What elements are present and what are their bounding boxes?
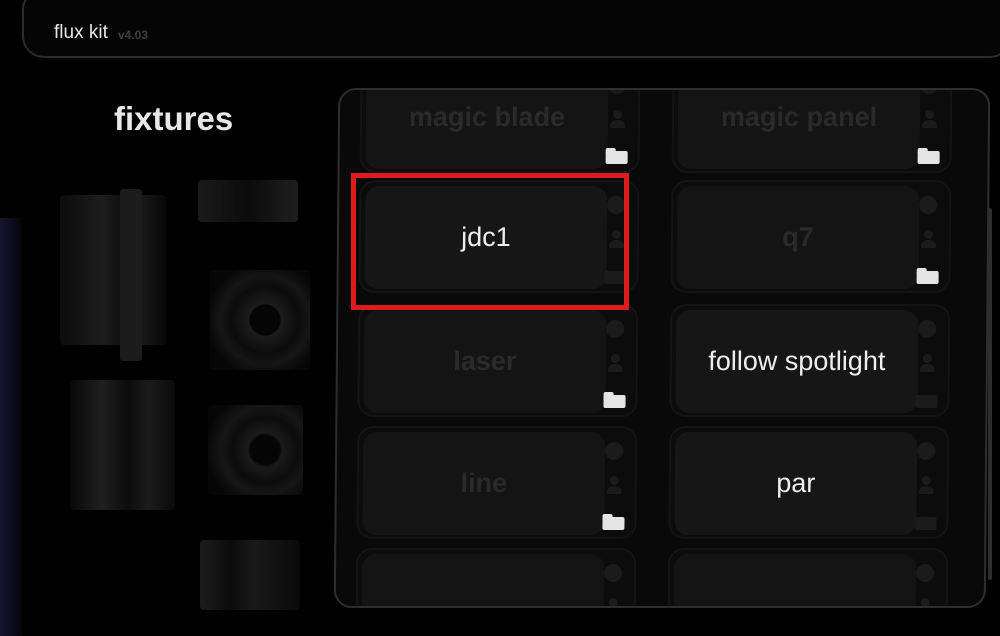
clock-icon[interactable] (603, 564, 623, 582)
fixture-actions (915, 320, 940, 410)
clock-icon[interactable] (915, 564, 935, 582)
fixture-thumbnail[interactable] (70, 380, 175, 510)
fixture-cell: line (356, 426, 638, 539)
fixture-label: magic panel (720, 102, 878, 132)
fixture-actions (913, 564, 938, 608)
fixture-label: line (460, 468, 508, 498)
fixture-actions (917, 196, 942, 286)
left-edge-glow (0, 218, 22, 636)
fixture-tile-button[interactable]: follow spotlight (675, 310, 919, 413)
clock-icon[interactable] (917, 442, 936, 460)
fixture-cell: magic panel (671, 88, 953, 173)
app-name: flux kit (54, 22, 108, 43)
fixture-tile-button[interactable] (361, 554, 605, 608)
fixture-label: q7 (782, 222, 814, 252)
folder-icon[interactable] (915, 392, 937, 408)
scrollbar[interactable] (988, 208, 992, 580)
fixture-list-panel: magic blade magic panel jdc1 q7 laser follow … (333, 88, 991, 608)
fixture-thumbnail[interactable] (200, 540, 300, 610)
fixture-thumbnail[interactable] (208, 405, 303, 495)
fixture-actions (918, 88, 943, 166)
user-icon[interactable] (916, 598, 934, 608)
user-icon[interactable] (604, 598, 622, 608)
fixture-actions (914, 442, 939, 532)
fixture-thumbnail[interactable] (210, 270, 310, 370)
fixture-grid: magic blade magic panel jdc1 q7 laser follow … (336, 88, 989, 608)
clock-icon[interactable] (918, 320, 937, 338)
fixture-cell (667, 548, 949, 608)
user-icon[interactable] (918, 354, 936, 372)
clock-icon[interactable] (605, 442, 624, 460)
fixture-tile-button[interactable]: line (362, 432, 606, 535)
user-icon[interactable] (605, 476, 623, 494)
fixture-actions (603, 320, 628, 410)
fixture-label: par (776, 468, 816, 498)
folder-icon[interactable] (603, 392, 625, 408)
fixture-tile-button[interactable]: laser (363, 310, 607, 413)
fixture-actions (606, 88, 631, 166)
fixture-tile-button[interactable]: q7 (676, 186, 920, 289)
fixture-tile-button[interactable]: magic panel (677, 88, 921, 169)
fixture-thumbnail[interactable] (60, 189, 166, 361)
fixture-cell: follow spotlight (669, 304, 951, 417)
folder-icon[interactable] (606, 148, 628, 164)
highlight-box (351, 173, 629, 310)
fixture-tile-button[interactable]: par (674, 432, 918, 535)
clock-icon[interactable] (919, 196, 938, 214)
fixture-label: magic blade (408, 102, 566, 132)
fixture-label: laser (453, 346, 517, 376)
fixture-actions (602, 442, 627, 532)
clock-icon[interactable] (920, 88, 939, 94)
folder-icon[interactable] (914, 514, 936, 530)
fixture-actions (601, 564, 626, 608)
app-version: v4.03 (118, 28, 149, 42)
fixture-cell: par (668, 426, 950, 539)
top-bar (22, 0, 1000, 58)
fixture-cell (355, 548, 637, 608)
folder-icon[interactable] (917, 268, 939, 284)
user-icon[interactable] (608, 110, 626, 128)
fixture-thumbnail[interactable] (198, 180, 298, 222)
user-icon[interactable] (919, 230, 937, 248)
app-root: flux kit v4.03 fixtures magic blade magic… (0, 0, 1000, 636)
fixture-tile-button[interactable]: magic blade (365, 88, 609, 169)
fixture-thumbnail-gallery (50, 175, 310, 615)
folder-icon[interactable] (602, 514, 624, 530)
fixture-cell: magic blade (359, 88, 641, 173)
section-title: fixtures (114, 100, 234, 137)
fixture-cell: laser (357, 304, 639, 417)
clock-icon[interactable] (606, 320, 625, 338)
fixture-cell: q7 (670, 180, 952, 293)
user-icon[interactable] (920, 110, 938, 128)
user-icon[interactable] (917, 476, 935, 494)
clock-icon[interactable] (608, 88, 627, 94)
fixture-label: follow spotlight (708, 346, 886, 376)
fixture-tile-button[interactable] (673, 554, 917, 608)
user-icon[interactable] (606, 354, 624, 372)
folder-icon[interactable] (918, 148, 940, 164)
